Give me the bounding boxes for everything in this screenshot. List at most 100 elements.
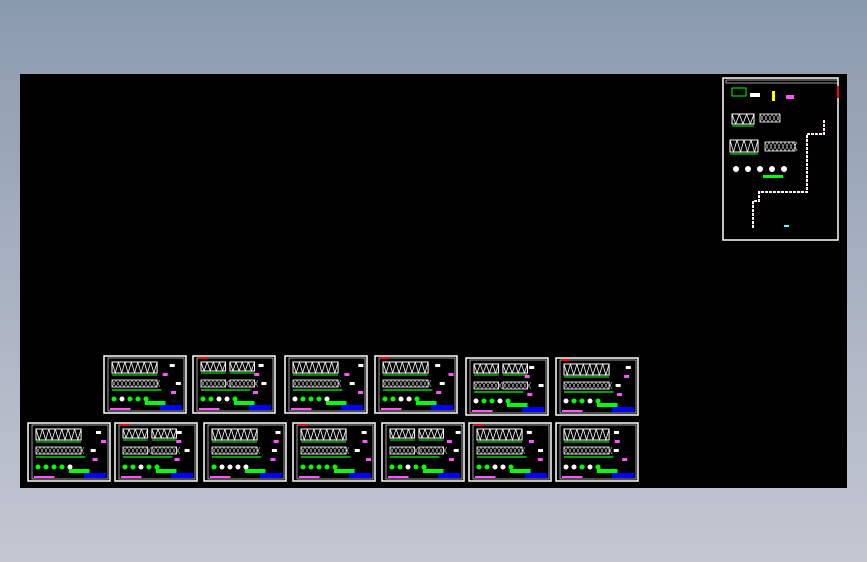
detail-node [571, 398, 577, 404]
drawing-sheet-9[interactable] [292, 422, 376, 482]
detail-callout [354, 449, 360, 452]
detail-node [316, 396, 322, 402]
drawing-sheet-6[interactable] [27, 422, 111, 482]
detail-node [122, 464, 128, 470]
detail-callout [455, 431, 461, 434]
cad-drawing-canvas[interactable] [20, 74, 847, 488]
drawing-sheet-10[interactable] [381, 422, 465, 482]
table-block [423, 469, 444, 473]
detail-callout [624, 375, 630, 378]
detail-node [227, 464, 233, 470]
revision-mark [299, 424, 307, 426]
detail-callout [184, 449, 190, 452]
drawing-sheet-3[interactable] [374, 355, 458, 414]
sheet-note [562, 410, 583, 412]
detail-node [505, 398, 511, 404]
detail-callout [174, 458, 180, 461]
drawing-sheet-11[interactable] [468, 422, 552, 482]
detail-callout [275, 431, 281, 434]
detail-callout [261, 382, 267, 385]
detail-callout [175, 382, 181, 385]
sheet-note [381, 408, 402, 410]
detail-node [595, 464, 601, 470]
drawing-sheet-1[interactable] [192, 355, 276, 414]
title-block [525, 473, 547, 478]
detail-node [308, 396, 314, 402]
detail-callout [358, 391, 364, 394]
detail-callout [366, 458, 372, 461]
detail-node [130, 464, 136, 470]
detail-node [208, 396, 214, 402]
table-block [416, 401, 437, 405]
detail-callout [176, 440, 182, 443]
detail-callout [537, 458, 543, 461]
detail-callout [784, 225, 789, 227]
detail-node [579, 464, 585, 470]
detail-node [127, 396, 133, 402]
detail-node [224, 396, 230, 402]
detail-callout [162, 373, 168, 376]
title-block [431, 405, 453, 410]
detail-node [497, 398, 503, 404]
detail-callout [622, 458, 628, 461]
detail-node [324, 396, 330, 402]
table-block [597, 403, 618, 407]
title-block [171, 473, 193, 478]
title-block [612, 407, 634, 412]
table-block [334, 469, 355, 473]
detail-callout [528, 440, 534, 443]
detail-callout [453, 449, 459, 452]
revision-mark [121, 424, 129, 426]
detail-node [43, 464, 49, 470]
title-block [260, 473, 282, 478]
sheet-note [299, 476, 320, 478]
revision-mark [199, 357, 207, 359]
table-block [234, 401, 255, 405]
drawing-sheet-0[interactable] [103, 355, 187, 414]
detail-callout [169, 364, 175, 367]
detail-callout [90, 449, 96, 452]
table-block [69, 469, 90, 473]
sheet-note [562, 476, 583, 478]
detail-callout [529, 366, 535, 369]
detail-node [481, 398, 487, 404]
detail-node [421, 464, 427, 470]
title-block [349, 473, 371, 478]
detail-callout [254, 373, 260, 376]
title-block [612, 473, 634, 478]
detail-node [292, 396, 298, 402]
detail-node [300, 396, 306, 402]
detail-node [413, 464, 419, 470]
detail-callout [613, 449, 619, 452]
overview-sheet[interactable] [722, 77, 839, 241]
table-block [156, 469, 177, 473]
detail-node [119, 396, 125, 402]
detail-node [587, 464, 593, 470]
drawing-sheet-2[interactable] [284, 355, 368, 414]
drawing-sheet-5[interactable] [555, 357, 639, 416]
detail-node [235, 464, 241, 470]
detail-callout [772, 91, 775, 101]
detail-callout [349, 382, 355, 385]
sheet-note [121, 476, 142, 478]
sheet-note [291, 408, 312, 410]
detail-node [563, 464, 569, 470]
detail-callout [96, 431, 102, 434]
drawing-sheet-7[interactable] [114, 422, 198, 482]
detail-node [397, 464, 403, 470]
detail-callout [614, 431, 620, 434]
drawing-sheet-4[interactable] [465, 357, 549, 416]
detail-callout [436, 391, 442, 394]
detail-node [135, 396, 141, 402]
drawing-sheet-8[interactable] [203, 422, 287, 482]
revision-mark [837, 86, 839, 98]
cad-model-space-viewport[interactable] [20, 74, 847, 488]
detail-node [211, 464, 217, 470]
detail-node [200, 396, 206, 402]
detail-node [492, 464, 498, 470]
detail-node [473, 398, 479, 404]
title-block [341, 405, 363, 410]
drawing-sheet-12[interactable] [555, 422, 639, 482]
table-block [597, 469, 618, 473]
detail-callout [617, 393, 623, 396]
